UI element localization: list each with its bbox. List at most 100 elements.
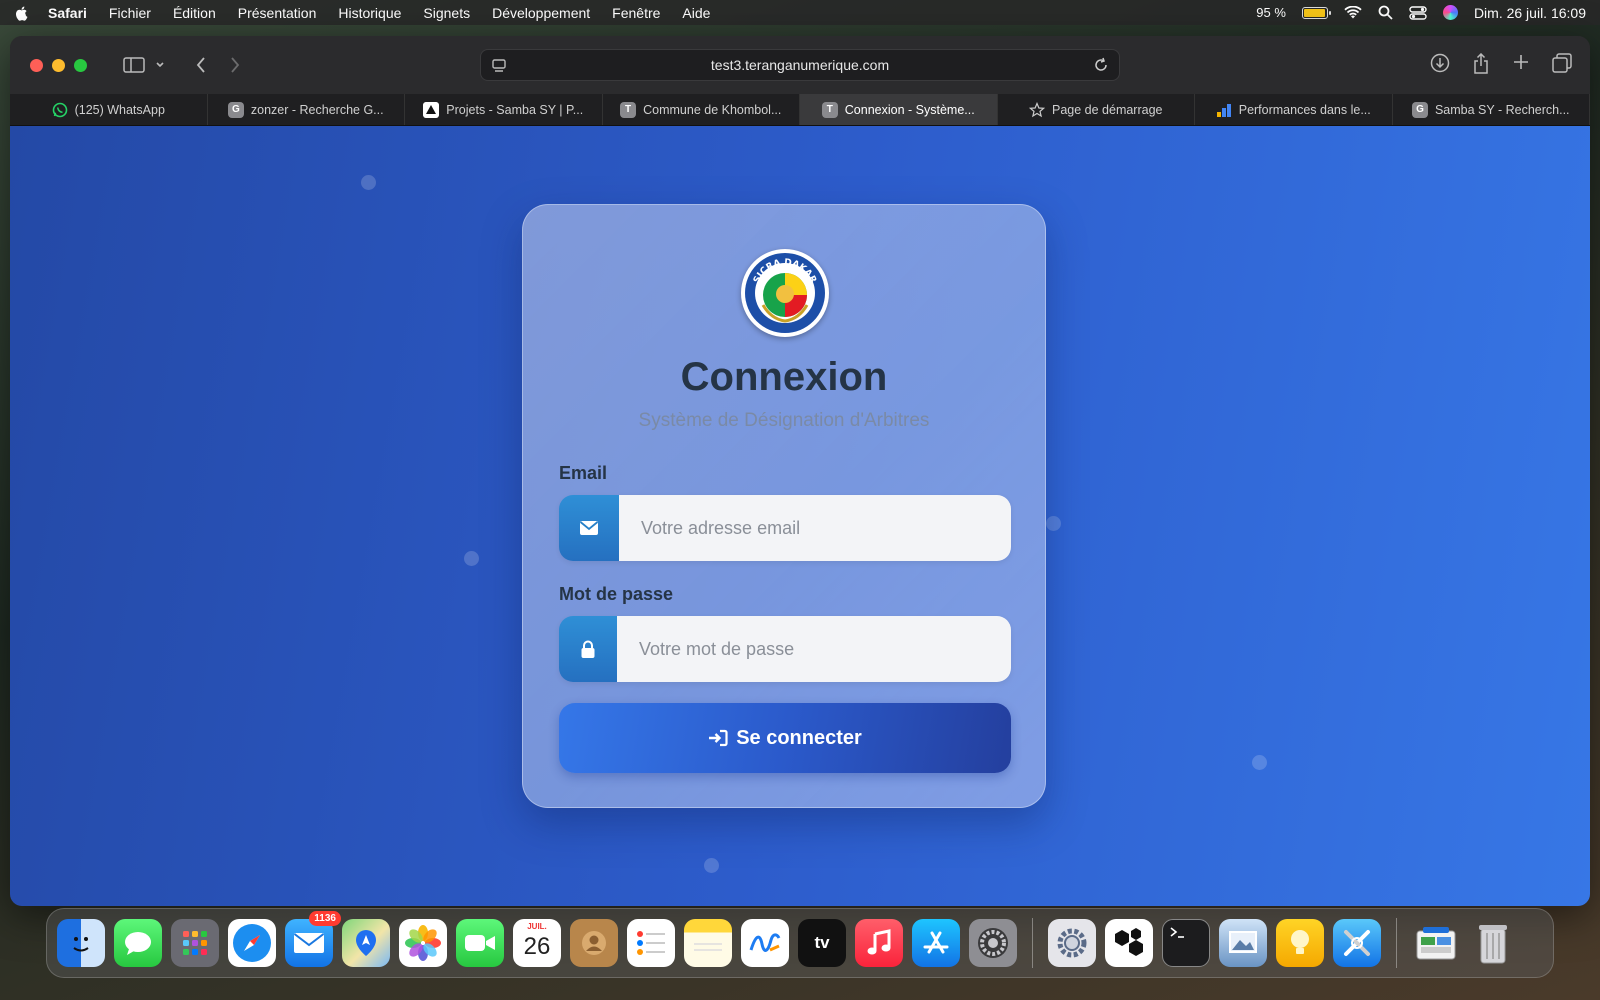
- contacts-icon[interactable]: [570, 919, 618, 967]
- maps-icon[interactable]: [342, 919, 390, 967]
- tab-performances[interactable]: Performances dans le...: [1195, 94, 1393, 125]
- tab-zonzer-search[interactable]: G zonzer - Recherche G...: [208, 94, 405, 125]
- terminal-icon[interactable]: [1162, 919, 1210, 967]
- trash-icon[interactable]: [1469, 919, 1517, 967]
- apple-icon[interactable]: [14, 5, 30, 21]
- page-title: Connexion: [680, 355, 888, 399]
- sign-in-icon: [709, 729, 728, 747]
- back-icon[interactable]: [195, 56, 207, 74]
- email-label: Email: [559, 463, 608, 483]
- tab-label: Samba SY - Recherch...: [1434, 102, 1570, 117]
- utility-tools-icon[interactable]: [1333, 919, 1381, 967]
- menu-fenetre[interactable]: Fenêtre: [612, 5, 660, 21]
- browser-toolbar: test3.teranganumerique.com: [10, 36, 1590, 94]
- mail-icon[interactable]: 1136: [285, 911, 341, 967]
- share-icon[interactable]: [1472, 53, 1490, 75]
- tab-bar: (125) WhatsApp G zonzer - Recherche G...…: [10, 94, 1590, 126]
- battery-icon[interactable]: [1301, 6, 1331, 19]
- menu-presentation[interactable]: Présentation: [238, 5, 317, 21]
- chevron-down-icon[interactable]: [155, 61, 165, 69]
- wifi-icon[interactable]: [1344, 5, 1362, 20]
- whatsapp-icon: [52, 102, 68, 118]
- messages-icon[interactable]: [114, 919, 162, 967]
- battery-percent: 95 %: [1256, 5, 1286, 20]
- tab-commune-khombol[interactable]: T Commune de Khombol...: [603, 94, 800, 125]
- control-center-icon[interactable]: [1409, 5, 1427, 20]
- tab-overview-icon[interactable]: [1552, 53, 1572, 73]
- tab-label: Performances dans le...: [1238, 102, 1371, 117]
- decor-dot: [704, 858, 719, 873]
- menu-app-safari[interactable]: Safari: [48, 5, 87, 21]
- menu-fichier[interactable]: Fichier: [109, 5, 151, 21]
- safari-icon[interactable]: [228, 919, 276, 967]
- t-favicon-icon: T: [821, 101, 838, 118]
- reminders-icon[interactable]: [627, 919, 675, 967]
- login-card: SICRA DAKAR Connexion Système de Désigna…: [522, 204, 1046, 808]
- tab-label: Commune de Khombol...: [643, 102, 782, 117]
- photos-icon[interactable]: [399, 919, 447, 967]
- forward-icon[interactable]: [229, 56, 241, 74]
- facetime-icon[interactable]: [456, 919, 504, 967]
- preview-icon[interactable]: [1219, 919, 1267, 967]
- menu-edition[interactable]: Édition: [173, 5, 216, 21]
- notes-icon[interactable]: [684, 919, 732, 967]
- address-bar[interactable]: test3.teranganumerique.com: [480, 49, 1120, 81]
- new-tab-icon[interactable]: [1512, 53, 1530, 71]
- page-content: SICRA DAKAR Connexion Système de Désigna…: [10, 126, 1590, 906]
- login-button[interactable]: Se connecter: [559, 703, 1011, 773]
- settings-gear-icon[interactable]: [1048, 919, 1096, 967]
- tab-label: Page de démarrage: [1052, 102, 1163, 117]
- spotlight-search-icon[interactable]: [1378, 5, 1393, 20]
- close-window-button[interactable]: [30, 58, 43, 72]
- menu-aide[interactable]: Aide: [682, 5, 710, 21]
- window-controls: [30, 58, 87, 72]
- dock: 1136 JUIL. 26 tv: [46, 908, 1554, 978]
- tips-lightbulb-icon[interactable]: [1276, 919, 1324, 967]
- zoom-window-button[interactable]: [74, 58, 87, 72]
- password-field-group: [559, 616, 1011, 682]
- app-store-icon[interactable]: [912, 919, 960, 967]
- hexagon-app-icon[interactable]: [1105, 919, 1153, 967]
- decor-dot: [464, 551, 479, 566]
- reload-icon[interactable]: [1093, 57, 1109, 73]
- menu-historique[interactable]: Historique: [338, 5, 401, 21]
- star-icon: [1029, 101, 1045, 118]
- dock-separator: [1396, 918, 1397, 968]
- tv-glyph: tv: [814, 933, 830, 952]
- calendar-icon[interactable]: JUIL. 26: [513, 919, 561, 967]
- decor-dot: [1252, 755, 1267, 770]
- menu-clock[interactable]: Dim. 26 juil. 16:09: [1474, 5, 1586, 21]
- launchpad-icon[interactable]: [171, 919, 219, 967]
- system-settings-icon[interactable]: [969, 919, 1017, 967]
- page-menu-icon[interactable]: [491, 58, 507, 74]
- minimize-window-button[interactable]: [52, 58, 65, 72]
- google-favicon-icon: G: [227, 101, 244, 118]
- siri-icon[interactable]: [1442, 5, 1458, 20]
- finder-icon[interactable]: [57, 919, 105, 967]
- mail-unread-badge: 1136: [309, 911, 341, 926]
- menu-signets[interactable]: Signets: [423, 5, 470, 21]
- tab-start-page[interactable]: Page de démarrage: [998, 94, 1195, 125]
- lock-icon: [559, 616, 617, 682]
- downloads-icon[interactable]: [1430, 53, 1450, 73]
- tab-projets[interactable]: Projets - Samba SY | P...: [405, 94, 603, 125]
- apple-tv-icon[interactable]: tv: [798, 919, 846, 967]
- menu-developpement[interactable]: Développement: [492, 5, 590, 21]
- google-favicon-icon: G: [1411, 101, 1428, 118]
- downloads-stack-icon[interactable]: [1412, 919, 1460, 967]
- tab-whatsapp[interactable]: (125) WhatsApp: [10, 94, 208, 125]
- menu-bar: Safari Fichier Édition Présentation Hist…: [0, 0, 1600, 25]
- status-area: 95 % Dim. 26 juil. 16:09: [1256, 5, 1586, 21]
- sidebar-toggle-icon[interactable]: [123, 57, 165, 73]
- toolbar-right: [1430, 53, 1572, 75]
- decor-dot: [361, 175, 376, 190]
- url-text: test3.teranganumerique.com: [710, 57, 890, 73]
- tab-connexion[interactable]: T Connexion - Système...: [800, 94, 998, 125]
- freeform-icon[interactable]: [741, 919, 789, 967]
- music-icon[interactable]: [855, 919, 903, 967]
- email-input[interactable]: [619, 495, 1011, 561]
- projets-icon: [423, 101, 440, 118]
- tab-samba-search[interactable]: G Samba SY - Recherch...: [1393, 94, 1590, 125]
- password-input[interactable]: [617, 616, 1011, 682]
- analytics-icon: [1216, 102, 1232, 118]
